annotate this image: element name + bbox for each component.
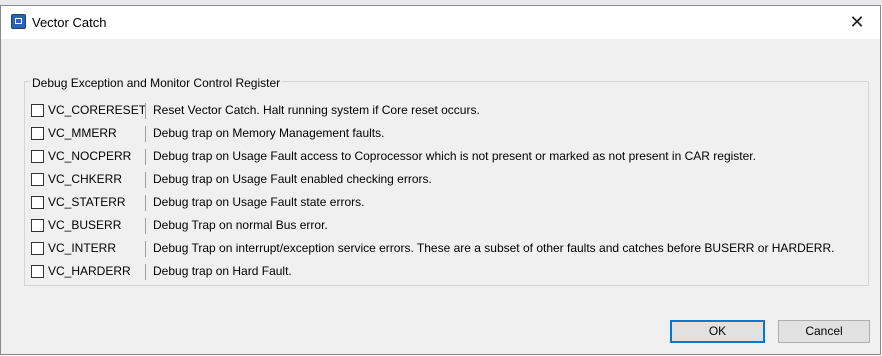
column-separator bbox=[145, 218, 146, 234]
column-separator bbox=[145, 172, 146, 188]
ok-button[interactable]: OK bbox=[670, 320, 765, 343]
column-separator bbox=[145, 149, 146, 165]
row-vc-interr: VC_INTERR Debug Trap on interrupt/except… bbox=[31, 239, 867, 259]
vc-chkerr-checkbox[interactable] bbox=[31, 173, 44, 186]
vc-nocperr-description: Debug trap on Usage Fault access to Copr… bbox=[153, 149, 756, 163]
vc-staterr-description: Debug trap on Usage Fault state errors. bbox=[153, 195, 365, 209]
vc-mmerr-label[interactable]: VC_MMERR bbox=[48, 126, 117, 140]
vc-mmerr-checkbox[interactable] bbox=[31, 127, 44, 140]
vc-mmerr-description: Debug trap on Memory Management faults. bbox=[153, 126, 385, 140]
vc-harderr-label[interactable]: VC_HARDERR bbox=[48, 264, 131, 278]
close-button[interactable]: ✕ bbox=[834, 6, 880, 39]
column-separator bbox=[145, 103, 146, 119]
title-bar[interactable]: Vector Catch ✕ bbox=[1, 6, 880, 39]
row-vc-staterr: VC_STATERR Debug trap on Usage Fault sta… bbox=[31, 193, 867, 213]
row-vc-buserr: VC_BUSERR Debug Trap on normal Bus error… bbox=[31, 216, 867, 236]
vc-corereset-label[interactable]: VC_CORERESET bbox=[48, 103, 146, 117]
row-vc-harderr: VC_HARDERR Debug trap on Hard Fault. bbox=[31, 262, 867, 282]
vc-corereset-checkbox[interactable] bbox=[31, 104, 44, 117]
vc-staterr-label[interactable]: VC_STATERR bbox=[48, 195, 126, 209]
vc-nocperr-checkbox[interactable] bbox=[31, 150, 44, 163]
vc-buserr-label[interactable]: VC_BUSERR bbox=[48, 218, 121, 232]
column-separator bbox=[145, 241, 146, 257]
vc-harderr-checkbox[interactable] bbox=[31, 265, 44, 278]
app-icon bbox=[11, 14, 26, 29]
vc-buserr-checkbox[interactable] bbox=[31, 219, 44, 232]
vc-chkerr-label[interactable]: VC_CHKERR bbox=[48, 172, 122, 186]
column-separator bbox=[145, 264, 146, 280]
row-vc-corereset: VC_CORERESET Reset Vector Catch. Halt ru… bbox=[31, 101, 867, 121]
vc-interr-checkbox[interactable] bbox=[31, 242, 44, 255]
vc-nocperr-label[interactable]: VC_NOCPERR bbox=[48, 149, 131, 163]
vc-chkerr-description: Debug trap on Usage Fault enabled checki… bbox=[153, 172, 432, 186]
row-vc-chkerr: VC_CHKERR Debug trap on Usage Fault enab… bbox=[31, 170, 867, 190]
groupbox-legend: Debug Exception and Monitor Control Regi… bbox=[30, 76, 283, 90]
vc-staterr-checkbox[interactable] bbox=[31, 196, 44, 209]
vc-buserr-description: Debug Trap on normal Bus error. bbox=[153, 218, 328, 232]
cancel-button[interactable]: Cancel bbox=[778, 320, 870, 343]
row-vc-nocperr: VC_NOCPERR Debug trap on Usage Fault acc… bbox=[31, 147, 867, 167]
vc-harderr-description: Debug trap on Hard Fault. bbox=[153, 264, 292, 278]
window-title: Vector Catch bbox=[32, 15, 107, 30]
column-separator bbox=[145, 126, 146, 142]
vc-corereset-description: Reset Vector Catch. Halt running system … bbox=[153, 103, 480, 117]
vc-interr-description: Debug Trap on interrupt/exception servic… bbox=[153, 241, 835, 255]
column-separator bbox=[145, 195, 146, 211]
vc-interr-label[interactable]: VC_INTERR bbox=[48, 241, 116, 255]
row-vc-mmerr: VC_MMERR Debug trap on Memory Management… bbox=[31, 124, 867, 144]
